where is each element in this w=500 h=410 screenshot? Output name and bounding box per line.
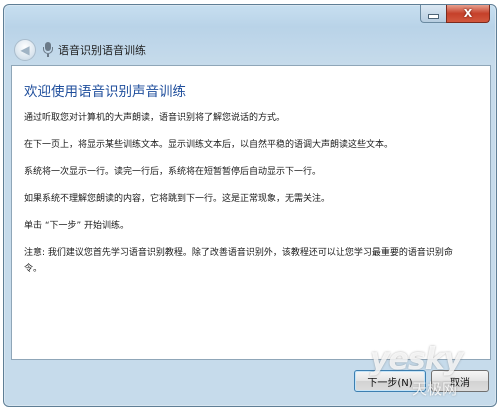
wizard-content: 欢迎使用语音识别声音训练 通过听取您对计算机的大声朗读，语音识别将了解您说话的方…: [11, 65, 491, 360]
paragraph-next-page: 在下一页上，将显示某些训练文本。显示训练文本后，以自然平稳的语调大声朗读这些文本…: [24, 140, 394, 150]
next-button[interactable]: 下一步(N): [354, 370, 426, 392]
back-arrow-icon: ◀: [20, 43, 30, 57]
caption-buttons: X: [420, 5, 490, 23]
paragraph-intro: 通过听取您对计算机的大声朗读，语音识别将了解您说话的方式。: [24, 113, 286, 123]
close-icon: X: [463, 7, 473, 20]
paragraph-skip: 如果系统不理解您朗读的内容，它将跳到下一行。这是正常现象，无需关注。: [24, 194, 331, 204]
page-heading: 欢迎使用语音识别声音训练: [24, 84, 186, 100]
paragraph-note: 注意: 我们建议您首先学习语音识别教程。除了改善语音识别外，该教程还可以让您学习…: [24, 248, 453, 274]
cancel-button[interactable]: 取消: [431, 370, 489, 392]
wizard-header: ◀ 语音识别语音训练: [14, 35, 146, 65]
paragraph-one-line: 系统将一次显示一行。读完一行后，系统将在短暂暂停后自动显示下一行。: [24, 167, 322, 177]
microphone-icon: [42, 42, 54, 58]
minimize-icon: [428, 13, 439, 19]
wizard-window: X ◀ 语音识别语音训练 欢迎使用语音识别声音训练 通过听取您对计算机的大声朗读…: [3, 4, 497, 407]
back-button[interactable]: ◀: [14, 39, 36, 61]
paragraph-click-next: 单击 “下一步” 开始训练。: [24, 221, 130, 231]
window-title: 语音识别语音训练: [58, 44, 146, 57]
close-button[interactable]: X: [446, 5, 490, 23]
wizard-footer: 下一步(N) 取消: [11, 360, 491, 402]
minimize-button[interactable]: [420, 5, 446, 23]
